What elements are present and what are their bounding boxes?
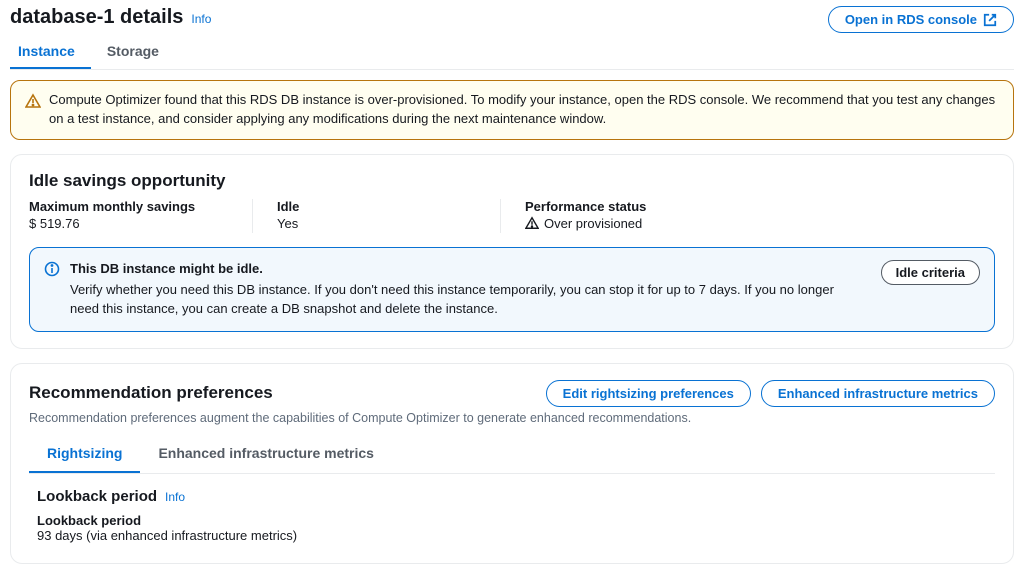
idle-panel-title: Idle savings opportunity xyxy=(29,171,995,191)
tab-storage[interactable]: Storage xyxy=(91,35,175,69)
open-rds-console-button[interactable]: Open in RDS console xyxy=(828,6,1014,33)
tab-enhanced-metrics[interactable]: Enhanced infrastructure metrics xyxy=(140,435,392,473)
lookback-section: Lookback period Info Lookback period 93 … xyxy=(29,474,995,547)
status-label: Performance status xyxy=(525,199,724,214)
warning-icon xyxy=(25,93,41,115)
external-link-icon xyxy=(983,13,997,27)
enhanced-metrics-button[interactable]: Enhanced infrastructure metrics xyxy=(761,380,995,407)
idle-savings-panel: Idle savings opportunity Maximum monthly… xyxy=(10,154,1014,349)
idle-metrics-row: Maximum monthly savings $ 519.76 Idle Ye… xyxy=(29,199,995,234)
tab-rightsizing[interactable]: Rightsizing xyxy=(29,435,140,473)
edit-rightsizing-button[interactable]: Edit rightsizing preferences xyxy=(546,380,751,407)
lookback-value: 93 days (via enhanced infrastructure met… xyxy=(37,528,987,543)
idle-value: Yes xyxy=(277,216,476,231)
idle-label: Idle xyxy=(277,199,476,214)
info-link[interactable]: Info xyxy=(191,12,211,26)
open-rds-label: Open in RDS console xyxy=(845,12,977,27)
lookback-label: Lookback period xyxy=(37,513,987,528)
warning-icon xyxy=(525,216,539,230)
tab-instance[interactable]: Instance xyxy=(10,35,91,69)
recommendation-preferences-panel: Recommendation preferences Edit rightsiz… xyxy=(10,363,1014,564)
status-value: Over provisioned xyxy=(544,216,642,231)
info-alert-body: Verify whether you need this DB instance… xyxy=(70,281,855,319)
lookback-title: Lookback period xyxy=(37,488,157,505)
preference-tabs: Rightsizing Enhanced infrastructure metr… xyxy=(29,435,995,474)
rec-panel-title: Recommendation preferences xyxy=(29,383,273,403)
warning-text: Compute Optimizer found that this RDS DB… xyxy=(49,91,999,129)
lookback-info-link[interactable]: Info xyxy=(165,490,185,504)
info-alert-title: This DB instance might be idle. xyxy=(70,260,855,279)
rec-panel-subtitle: Recommendation preferences augment the c… xyxy=(29,411,995,425)
info-icon xyxy=(44,261,60,283)
idle-criteria-button[interactable]: Idle criteria xyxy=(881,260,980,285)
idle-info-alert: This DB instance might be idle. Verify w… xyxy=(29,247,995,332)
over-provisioned-warning: Compute Optimizer found that this RDS DB… xyxy=(10,80,1014,140)
savings-label: Maximum monthly savings xyxy=(29,199,228,214)
main-tabs: Instance Storage xyxy=(10,35,1014,70)
page-title: database-1 details xyxy=(10,6,183,29)
savings-value: $ 519.76 xyxy=(29,216,228,231)
